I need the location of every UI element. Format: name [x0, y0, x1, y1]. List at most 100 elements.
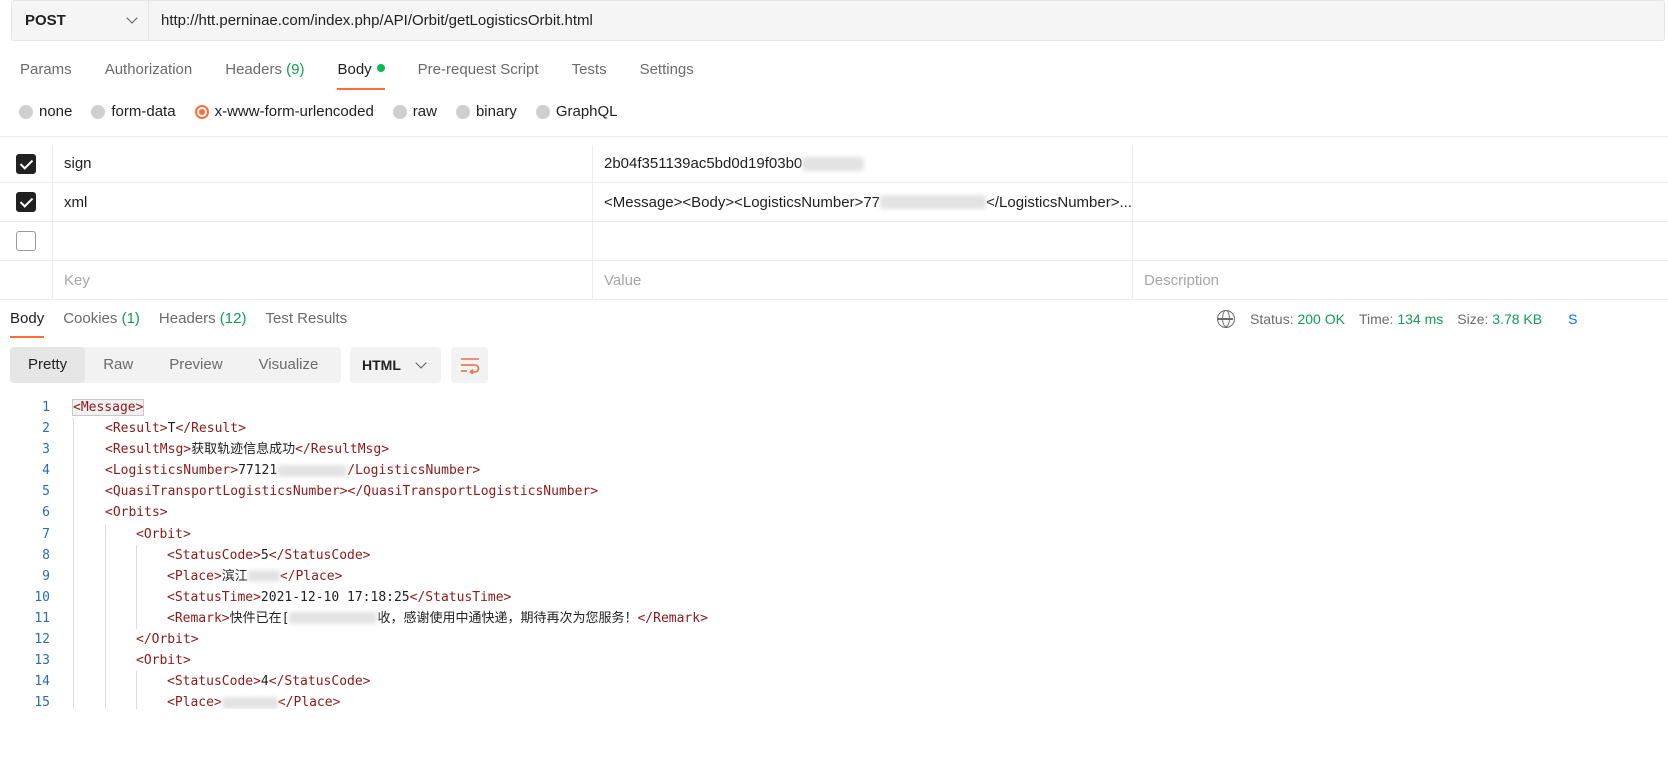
row-checkbox[interactable]: [16, 192, 36, 212]
radio-selected-icon: [194, 104, 209, 119]
globe-icon[interactable]: [1217, 310, 1235, 328]
cookies-count: (1): [121, 310, 140, 327]
param-description[interactable]: [1133, 222, 1668, 260]
line-number: 8: [42, 547, 50, 563]
code-line: 8 <StatusCode>5</StatusCode>: [0, 544, 1668, 566]
radio-circle-icon: [19, 104, 33, 119]
param-value[interactable]: <Message><Body><LogisticsNumber>77 </Logi…: [593, 183, 1133, 221]
body-active-dot-icon: [376, 64, 385, 72]
param-value[interactable]: 2b04f351139ac5bd0d19f03b0: [593, 145, 1133, 182]
line-number: 4: [42, 463, 50, 479]
code-line: 9 <Place>滨江 </Place>: [0, 565, 1668, 587]
response-headers-count: (12): [219, 310, 247, 327]
code-line: 13 <Orbit>: [0, 650, 1668, 672]
code-line: 11 <Remark>快件已在[收，感谢使用中通快递，期待再次为您服务！</Re…: [0, 607, 1668, 630]
line-number: 9: [42, 568, 50, 584]
radio-circle-icon: [91, 104, 106, 119]
response-tabs: Body Cookies (1) Headers (12) Test Resul…: [10, 309, 366, 338]
time-value: 134 ms: [1397, 311, 1444, 327]
response-code-viewer[interactable]: 1 <Message> 2 <Result>T</Result> 3 <Resu…: [0, 397, 1668, 709]
param-key[interactable]: xml: [53, 183, 593, 221]
size-info: Size: 3.78 KB: [1457, 311, 1543, 327]
code-line: 3 <ResultMsg>获取轨迹信息成功</ResultMsg>: [0, 439, 1668, 461]
tab-response-headers[interactable]: Headers (12): [159, 309, 247, 338]
key-input[interactable]: Key: [53, 261, 593, 299]
save-response-link[interactable]: S: [1568, 311, 1577, 327]
view-raw[interactable]: Raw: [85, 347, 151, 383]
headers-count: (9): [286, 61, 305, 78]
code-line: 5 <QuasiTransportLogisticsNumber></Quasi…: [0, 481, 1668, 503]
line-number: 5: [42, 484, 50, 500]
method-label: POST: [25, 12, 66, 29]
method-select[interactable]: POST: [12, 1, 149, 40]
response-status: Status: 200 OK Time: 134 ms Size: 3.78 K…: [1217, 309, 1577, 329]
status-info: Status: 200 OK: [1250, 311, 1345, 327]
code-line: 7 <Orbit>: [0, 523, 1668, 545]
tab-body[interactable]: Body: [337, 60, 385, 90]
chevron-down-icon: [415, 356, 427, 369]
value-input[interactable]: Value: [593, 261, 1133, 299]
tab-response-body[interactable]: Body: [10, 309, 45, 338]
line-number: 14: [34, 674, 50, 690]
line-number: 12: [34, 632, 50, 648]
status-value: 200 OK: [1297, 311, 1345, 327]
view-visualize[interactable]: Visualize: [241, 347, 337, 383]
language-select[interactable]: HTML: [350, 347, 441, 383]
param-description[interactable]: [1133, 145, 1668, 182]
code-line: 14 <StatusCode>4</StatusCode>: [0, 671, 1668, 693]
chevron-down-icon: [126, 12, 138, 24]
body-type-radios: none form-data x-www-form-urlencoded raw…: [19, 103, 637, 120]
wrap-lines-icon: [460, 358, 479, 374]
language-label: HTML: [362, 357, 401, 373]
line-number: 15: [34, 695, 50, 709]
radio-circle-icon: [392, 104, 407, 119]
line-number: 11: [34, 610, 50, 626]
tab-tests[interactable]: Tests: [572, 60, 607, 90]
row-checkbox[interactable]: [16, 153, 36, 174]
time-info: Time: 134 ms: [1358, 311, 1444, 327]
view-preview[interactable]: Preview: [151, 347, 240, 383]
line-number: 7: [42, 526, 50, 542]
tab-cookies[interactable]: Cookies (1): [63, 309, 140, 338]
table-row: [0, 222, 1668, 261]
view-mode-tabs: Pretty Raw Preview Visualize: [10, 347, 341, 383]
size-value: 3.78 KB: [1492, 311, 1543, 327]
params-table: sign 2b04f351139ac5bd0d19f03b0 xml <Mess…: [0, 136, 1668, 300]
param-key[interactable]: [53, 222, 593, 260]
request-tabs: Params Authorization Headers (9) Body Pr…: [20, 60, 727, 90]
tab-authorization[interactable]: Authorization: [105, 60, 193, 90]
code-line: 4 <LogisticsNumber>77121/LogisticsNumber…: [0, 460, 1668, 482]
description-input[interactable]: Description: [1133, 261, 1668, 299]
line-number: 1: [42, 400, 50, 415]
wrap-lines-button[interactable]: [451, 347, 488, 383]
tab-headers[interactable]: Headers (9): [225, 60, 304, 90]
param-key[interactable]: sign: [53, 145, 593, 182]
code-line: 6 <Orbits>: [0, 502, 1668, 524]
url-input[interactable]: http://htt.perninae.com/index.php/API/Or…: [149, 1, 1664, 40]
table-row: xml <Message><Body><LogisticsNumber>77 </…: [0, 183, 1668, 222]
param-value[interactable]: [593, 222, 1133, 260]
radio-circle-icon: [455, 104, 470, 119]
line-number: 10: [34, 589, 50, 605]
radio-x-www-form-urlencoded[interactable]: x-www-form-urlencoded: [194, 103, 374, 120]
row-checkbox[interactable]: [16, 231, 36, 251]
radio-binary[interactable]: binary: [455, 103, 517, 120]
code-line: 1 <Message>: [0, 397, 1668, 418]
radio-raw[interactable]: raw: [392, 103, 437, 120]
line-number: 3: [42, 442, 50, 458]
radio-none[interactable]: none: [19, 103, 72, 120]
param-description[interactable]: [1133, 183, 1668, 221]
tab-params[interactable]: Params: [20, 60, 72, 90]
table-row: sign 2b04f351139ac5bd0d19f03b0: [0, 136, 1668, 183]
radio-graphql[interactable]: GraphQL: [535, 103, 618, 120]
tab-test-results[interactable]: Test Results: [265, 309, 347, 338]
code-line: 15 <Place> </Place>: [0, 692, 1668, 709]
radio-circle-icon: [535, 104, 550, 119]
tab-pre-request-script[interactable]: Pre-request Script: [418, 60, 539, 90]
view-pretty[interactable]: Pretty: [10, 347, 86, 383]
request-url-bar: POST http://htt.perninae.com/index.php/A…: [11, 0, 1665, 41]
radio-form-data[interactable]: form-data: [91, 103, 176, 120]
line-number: 13: [34, 653, 50, 669]
tab-settings[interactable]: Settings: [640, 60, 694, 90]
code-line: 10 <StatusTime>2021-12-10 17:18:25</Stat…: [0, 586, 1668, 608]
